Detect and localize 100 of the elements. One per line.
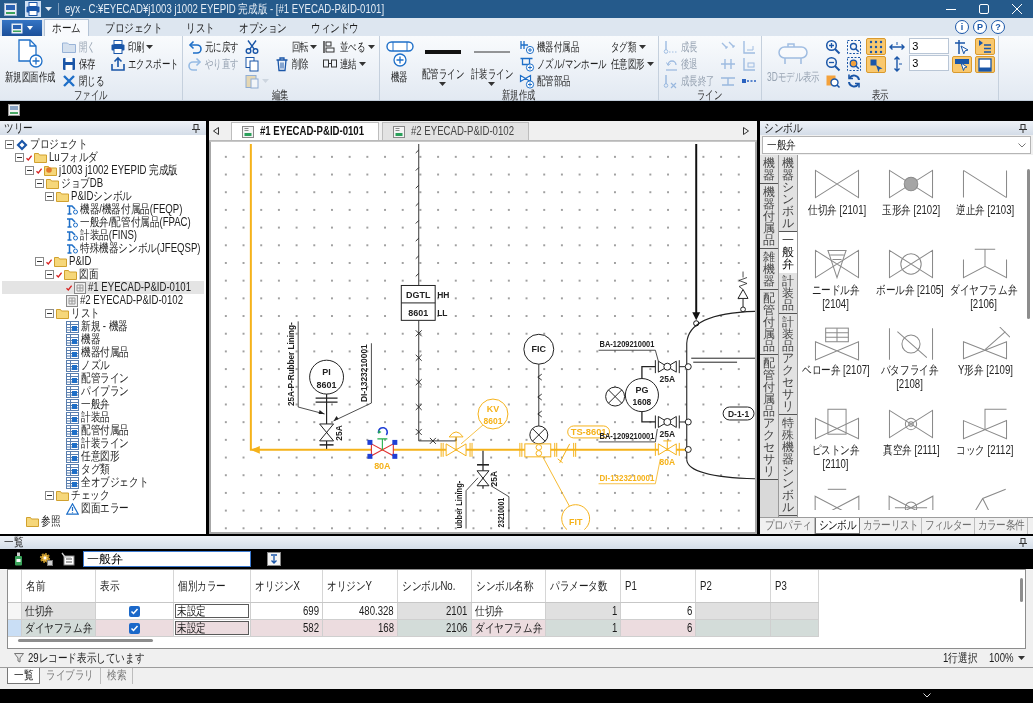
scrollbar-thumb[interactable] bbox=[1019, 578, 1023, 602]
symbol-tile[interactable]: ダイヤフラム弁 [2106] bbox=[948, 239, 1022, 319]
app-menu-button[interactable] bbox=[2, 20, 42, 36]
checkbox[interactable] bbox=[128, 622, 140, 634]
spacing-field[interactable]: 3 bbox=[909, 38, 950, 54]
tree-item[interactable]: パイプラン bbox=[2, 385, 204, 398]
tree-item[interactable]: 計装ライン bbox=[2, 437, 204, 450]
tree-item[interactable]: 配管ライン bbox=[2, 372, 204, 385]
ribbon-button[interactable]: 機器付属品 bbox=[517, 38, 608, 55]
ribbon-button[interactable]: タグ類 bbox=[610, 38, 655, 55]
circled-letter-button[interactable]: ? bbox=[991, 20, 1005, 34]
tree-item[interactable]: 計装品(FINS) bbox=[2, 229, 204, 242]
side-tab[interactable]: 計装品 bbox=[779, 273, 797, 314]
column-header[interactable]: シンボル名称 bbox=[471, 570, 546, 602]
column-header[interactable]: P1 bbox=[620, 570, 696, 602]
tree-item[interactable]: Luフォルダ bbox=[2, 151, 204, 164]
ribbon-icon-button[interactable] bbox=[824, 38, 843, 55]
symbol-tile[interactable]: コック [2112] bbox=[948, 399, 1022, 479]
tree-item[interactable]: #2 EYECAD-P&ID-0102 bbox=[2, 294, 204, 307]
ribbon-tab[interactable]: ウィンドウ bbox=[303, 19, 368, 36]
tree-item[interactable]: 一般弁 bbox=[2, 398, 204, 411]
document-tab[interactable]: #2 EYECAD-P&ID-0102 bbox=[382, 122, 529, 140]
symbol-tile[interactable]: バタフライ弁 [2108] bbox=[874, 319, 948, 399]
tree-item[interactable]: 特殊機器シンボル(JFEQSP) bbox=[2, 242, 204, 255]
ribbon-tab[interactable]: オプション bbox=[231, 19, 296, 36]
ribbon-icon-button[interactable] bbox=[845, 55, 864, 72]
scrollbar-thumb[interactable] bbox=[1027, 169, 1030, 319]
side-tab[interactable]: 配管付属品 bbox=[760, 290, 778, 355]
toggle-button[interactable] bbox=[952, 56, 973, 73]
side-tab[interactable]: 機器 bbox=[760, 155, 778, 184]
spacing-field[interactable]: 3 bbox=[909, 55, 950, 71]
symbol-tile[interactable]: 仕切弁 [2101] bbox=[800, 159, 874, 239]
side-tab[interactable]: 一般弁 bbox=[779, 232, 797, 273]
ribbon-tab[interactable]: ホーム bbox=[44, 19, 89, 36]
symbol-tile[interactable]: Y形弁 [2109] bbox=[948, 319, 1022, 399]
ribbon-button[interactable]: 削除 bbox=[272, 55, 319, 72]
panel-tab[interactable]: シンボル bbox=[814, 518, 860, 534]
tree-item[interactable]: 全オブジェクト bbox=[2, 476, 204, 489]
side-tab[interactable]: 機器付属品 bbox=[760, 184, 778, 249]
column-header[interactable]: 名前 bbox=[21, 570, 96, 602]
symbol-tile[interactable]: ボール弁 [2105] bbox=[874, 239, 948, 319]
side-tab[interactable]: 計装品アクセサリ bbox=[779, 314, 797, 415]
scrollbar[interactable] bbox=[1024, 155, 1033, 517]
ribbon-button[interactable]: 配管部品 bbox=[517, 72, 608, 89]
circled-letter-button[interactable]: P bbox=[973, 20, 987, 34]
column-header[interactable]: オリジンX bbox=[250, 570, 323, 602]
side-tab[interactable]: 機器シンボル bbox=[779, 155, 797, 232]
toggle-button[interactable] bbox=[866, 38, 887, 55]
panel-tab[interactable]: カラーリスト bbox=[859, 518, 922, 534]
ribbon-tab[interactable]: プロジェクト bbox=[96, 19, 171, 36]
tree-item[interactable]: j1003 j1002 EYEPID 完成版 bbox=[2, 164, 204, 177]
ribbon-large-button[interactable]: 機器 bbox=[382, 38, 417, 86]
tree-item[interactable]: 一般弁/配管付属品(FPAC) bbox=[2, 216, 204, 229]
tree-item[interactable]: 計装品 bbox=[2, 411, 204, 424]
column-header[interactable]: P2 bbox=[695, 570, 771, 602]
zoom-dropdown[interactable]: 100% bbox=[989, 650, 1025, 666]
tree-item[interactable]: 機器 bbox=[2, 333, 204, 346]
tree-item[interactable]: ノズル bbox=[2, 359, 204, 372]
ribbon-button[interactable]: 保存 bbox=[60, 55, 106, 72]
side-tab[interactable]: 雑機器 bbox=[760, 249, 778, 290]
tree-item[interactable]: 任意図形 bbox=[2, 450, 204, 463]
panel-tab[interactable]: 検索 bbox=[101, 668, 134, 684]
symbol-tile[interactable]: ニードル弁 [2104] bbox=[800, 239, 874, 319]
drawing-canvas[interactable]: DGTL 8601 HH LL PI 8601 25A-P-Rubber Lining- DI-1323210001 25A 80A KV 8601 FIC ubber Lining- 25A 23210001 TS-8601 FIT BA-1209210001 PG 1608 25A BA-1209210001 25A 80A DI-1323210001 D-1-1 bbox=[209, 141, 757, 534]
ribbon-button[interactable]: 連結 bbox=[321, 55, 376, 72]
tree-item[interactable]: 配管付属品 bbox=[2, 424, 204, 437]
toggle-button[interactable] bbox=[975, 38, 996, 55]
ribbon-large-button[interactable]: 配管ライン bbox=[419, 38, 466, 86]
column-header[interactable]: 個別カラー bbox=[173, 570, 251, 602]
ribbon-button[interactable]: ノズル/マンホール bbox=[517, 55, 608, 72]
tree-item[interactable]: 参照 bbox=[2, 515, 204, 528]
tree-item[interactable]: リスト bbox=[2, 307, 204, 320]
column-header[interactable]: シンボルNo. bbox=[397, 570, 472, 602]
toggle-button[interactable] bbox=[975, 56, 996, 73]
tree-item[interactable]: 新規 - 機器 bbox=[2, 320, 204, 333]
symbol-tile[interactable]: ベロー弁 [2107] bbox=[800, 319, 874, 399]
side-tab[interactable]: 配管付属品アクセサリ bbox=[760, 355, 778, 480]
ribbon-button[interactable]: 元に戻す bbox=[186, 38, 240, 55]
tree-item[interactable]: 機器/機器付属品(FEQP) bbox=[2, 203, 204, 216]
ribbon-button[interactable]: 回転 bbox=[272, 38, 319, 55]
symbol-tile[interactable]: ピストン弁 [2110] bbox=[800, 399, 874, 479]
ribbon-icon-button[interactable] bbox=[824, 55, 843, 72]
side-tab[interactable]: 特殊機器シンボル bbox=[779, 415, 797, 516]
panel-tab[interactable]: ライブラリ bbox=[40, 668, 102, 684]
ribbon-icon-button[interactable] bbox=[845, 38, 864, 55]
column-header[interactable]: オリジンY bbox=[322, 570, 398, 602]
tree-item[interactable]: タグ類 bbox=[2, 463, 204, 476]
column-header[interactable]: 表示 bbox=[95, 570, 174, 602]
column-header[interactable]: P3 bbox=[770, 570, 819, 602]
symbol-tile[interactable]: 真空弁 [2111] bbox=[874, 399, 948, 479]
scrollbar-thumb[interactable] bbox=[18, 638, 153, 642]
ribbon-large-button[interactable]: 新規図面作成 bbox=[3, 38, 58, 86]
filter-field[interactable]: 一般弁 bbox=[83, 551, 251, 567]
toggle-button[interactable] bbox=[866, 56, 887, 73]
ribbon-large-button[interactable]: 計装ライン bbox=[468, 38, 515, 86]
panel-tab[interactable]: カラー条件 bbox=[974, 518, 1028, 534]
tree-item[interactable]: ジョブDB bbox=[2, 177, 204, 190]
tree-item[interactable]: P&ID bbox=[2, 255, 204, 268]
tree-item[interactable]: 図面 bbox=[2, 268, 204, 281]
checkbox[interactable] bbox=[128, 605, 140, 617]
